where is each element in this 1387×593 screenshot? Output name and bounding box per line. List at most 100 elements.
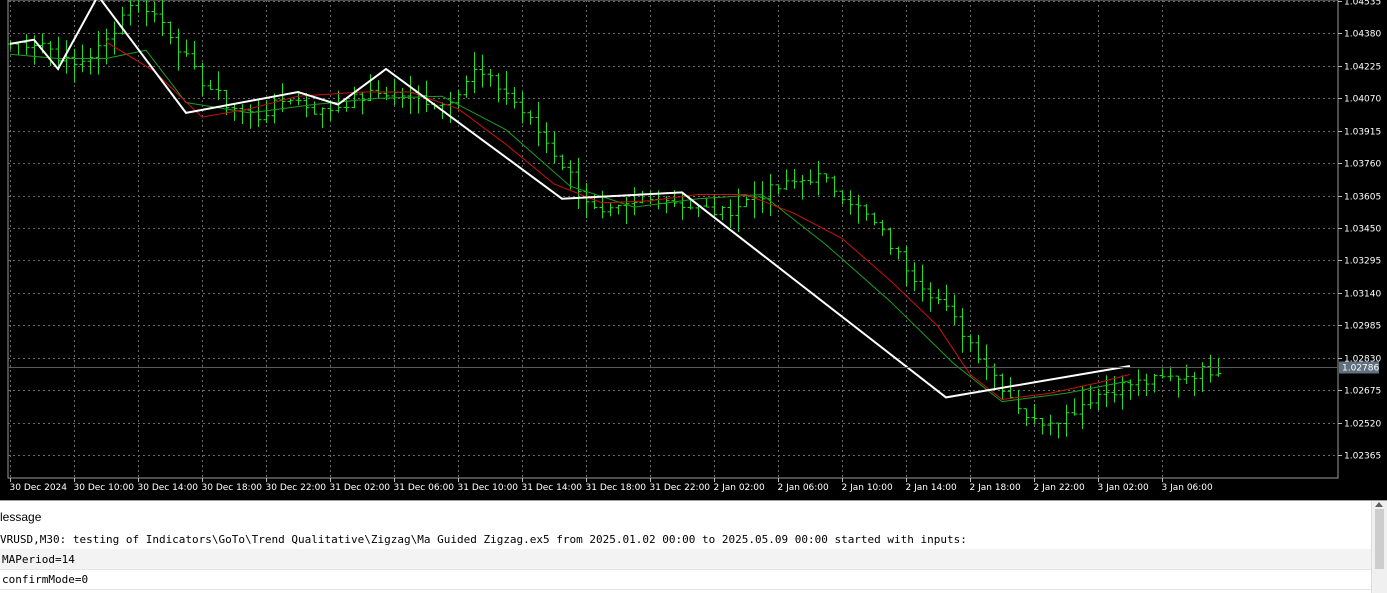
price-bar — [719, 205, 726, 221]
price-bar — [855, 194, 862, 224]
price-bar — [199, 62, 206, 96]
price-bar — [879, 219, 886, 236]
chart-canvas[interactable]: 1.04535 1.04380 1.04225 1.04070 1.03915 1.037… — [0, 0, 1387, 500]
price-bar — [743, 196, 750, 208]
x-tick-label: 30 Dec 22:00 — [266, 483, 327, 493]
price-bar — [775, 184, 782, 195]
price-bar — [935, 289, 942, 305]
y-tick-label: 1.03760 — [1344, 160, 1381, 170]
x-tick-label: 31 Dec 02:00 — [330, 483, 391, 493]
price-bar — [463, 75, 470, 98]
x-tick-label: 30 Dec 10:00 — [74, 483, 135, 493]
price-bar — [15, 42, 22, 56]
price-bar — [1143, 373, 1150, 396]
price-bar — [927, 282, 934, 312]
price-bar — [471, 52, 478, 94]
price-chart[interactable]: 1.04535 1.04380 1.04225 1.04070 1.03915 1.037… — [0, 0, 1387, 500]
x-tick-label: 2 Jan 22:00 — [1034, 483, 1086, 493]
y-tick-label: 1.02675 — [1344, 387, 1381, 397]
price-bar — [71, 48, 78, 83]
x-tick-label: 31 Dec 14:00 — [522, 483, 583, 493]
chart-axes: 1.04535 1.04380 1.04225 1.04070 1.03915 1.037… — [8, 0, 1381, 493]
price-bar — [135, 0, 139, 13]
scroll-up-icon[interactable] — [1375, 502, 1383, 507]
price-bar — [831, 175, 838, 198]
scroll-thumb[interactable] — [1375, 509, 1384, 569]
journal-row[interactable]: confirmMode=0 — [0, 569, 1372, 590]
price-bar — [1191, 371, 1198, 397]
x-tick-label: 2 Jan 18:00 — [970, 483, 1022, 493]
price-bar — [615, 204, 622, 215]
price-bar — [919, 264, 926, 302]
price-bar — [223, 89, 230, 115]
price-bar — [359, 91, 366, 115]
price-bar — [599, 190, 606, 219]
price-bar — [863, 204, 870, 221]
price-bar — [1079, 386, 1086, 430]
price-bar — [279, 83, 286, 113]
price-bar — [607, 203, 614, 217]
price-bar — [151, 2, 158, 23]
x-tick-label: 3 Jan 02:00 — [1098, 483, 1150, 493]
price-bars — [7, 0, 1222, 439]
price-bar — [95, 30, 102, 75]
price-bar — [807, 169, 814, 185]
price-bar — [735, 188, 742, 232]
price-bar — [527, 110, 534, 125]
price-bar — [967, 334, 974, 353]
price-bar — [799, 174, 806, 200]
x-tick-label: 30 Dec 18:00 — [202, 483, 263, 493]
price-bar — [751, 181, 758, 219]
price-bar — [1015, 389, 1022, 415]
price-bar — [535, 101, 542, 147]
price-bar — [1111, 376, 1118, 403]
journal-row[interactable]: VRUSD,M30: testing of Indicators\GoTo\Tr… — [0, 529, 1372, 550]
price-bar — [1039, 417, 1046, 435]
y-tick-label: 1.04070 — [1344, 95, 1381, 105]
price-bar — [815, 160, 822, 196]
price-bar — [519, 91, 526, 124]
price-bar — [87, 48, 94, 75]
journal-row-text: confirmMode=0 — [2, 573, 89, 586]
price-bar — [783, 169, 790, 191]
journal-row-text: VRUSD,M30: testing of Indicators\GoTo\Tr… — [0, 533, 967, 546]
y-tick-label: 1.04380 — [1344, 30, 1381, 40]
price-bar — [511, 86, 518, 109]
price-bar — [103, 28, 110, 65]
price-bar — [159, 0, 166, 37]
price-bar — [375, 80, 382, 99]
price-bar — [559, 154, 566, 170]
x-tick-label: 3 Jan 06:00 — [1162, 483, 1214, 493]
price-bar — [975, 334, 982, 364]
price-bar — [1151, 373, 1158, 393]
price-bar — [983, 344, 990, 381]
price-bar — [215, 71, 222, 101]
price-bar — [943, 284, 950, 311]
price-bar — [583, 183, 590, 219]
journal-column-header[interactable]: lessage — [0, 505, 1372, 527]
price-bar — [1007, 377, 1014, 399]
price-bar — [146, 0, 150, 27]
x-tick-label: 31 Dec 18:00 — [586, 483, 647, 493]
price-bar — [1199, 362, 1206, 392]
x-tick-label: 2 Jan 06:00 — [778, 483, 830, 493]
price-bar — [647, 190, 654, 205]
y-tick-label: 1.02365 — [1344, 452, 1381, 462]
price-bar — [487, 69, 494, 87]
price-bar — [175, 28, 182, 71]
journal-row[interactable]: MAPeriod=14 — [0, 549, 1372, 570]
price-bar — [319, 107, 326, 129]
x-tick-label: 2 Jan 10:00 — [842, 483, 894, 493]
y-tick-label: 1.03915 — [1344, 128, 1381, 138]
price-bar — [1031, 403, 1038, 425]
price-bar — [1047, 414, 1054, 436]
price-bar — [871, 212, 878, 226]
price-bar — [1063, 404, 1070, 437]
price-bar — [191, 41, 198, 70]
price-bar — [623, 197, 630, 224]
journal-scrollbar[interactable] — [1371, 501, 1387, 593]
price-bar — [127, 0, 134, 26]
price-bar — [895, 246, 902, 260]
price-bar — [575, 157, 582, 210]
price-bar — [911, 262, 918, 292]
